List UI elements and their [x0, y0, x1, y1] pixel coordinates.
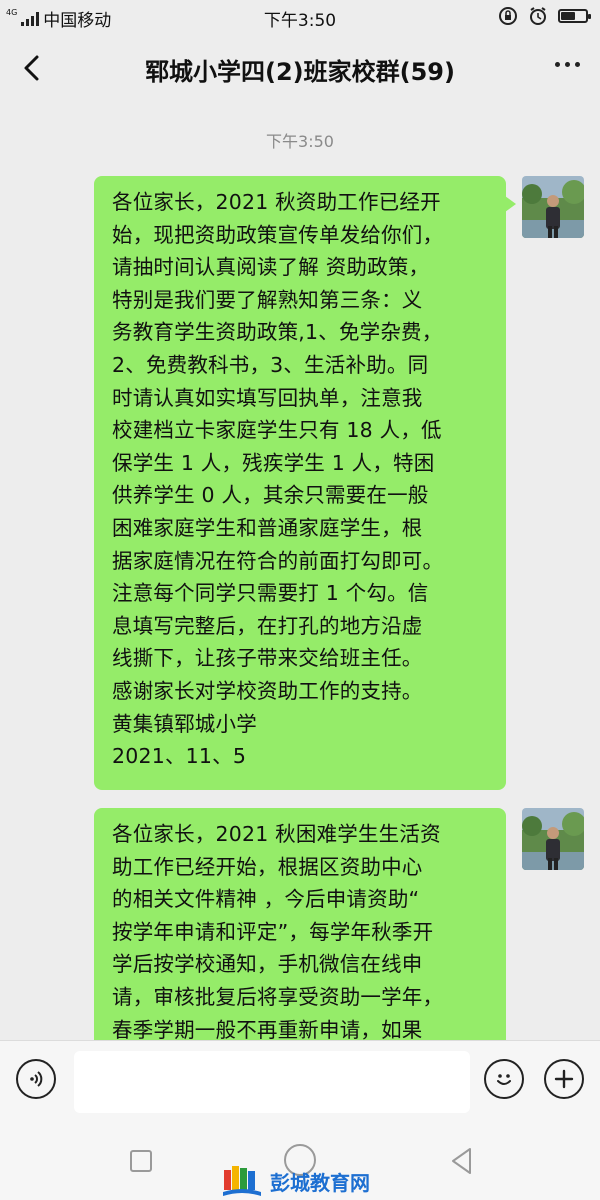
plus-icon[interactable] — [544, 1059, 584, 1099]
alarm-icon — [530, 7, 546, 25]
chat-header: 郓城小学四(2)班家校群(59) — [0, 32, 600, 104]
back-triangle-icon[interactable] — [448, 1146, 476, 1176]
avatar[interactable] — [522, 176, 584, 238]
rotation-lock-icon — [499, 7, 517, 25]
emoji-icon[interactable] — [484, 1059, 524, 1099]
status-bar: 4G 中国移动 下午3:50 — [0, 0, 600, 32]
battery-fill — [561, 12, 576, 20]
recent-apps-icon[interactable] — [130, 1150, 152, 1172]
message-bubble[interactable]: 各位家长，2021 秋困难学生生活资 助工作已经开始，根据区资助中心 的相关文件… — [94, 808, 506, 1068]
battery-icon — [558, 9, 591, 23]
system-nav-bar: 彭城教育网 — [0, 1126, 600, 1200]
message-input[interactable] — [74, 1051, 470, 1113]
watermark: 彭城教育网 — [222, 1164, 370, 1198]
message-bubble[interactable]: 各位家长，2021 秋资助工作已经开 始，现把资助政策宣传单发给你们， 请抽时间… — [94, 176, 516, 790]
input-bar — [0, 1040, 600, 1127]
voice-icon[interactable] — [16, 1059, 56, 1099]
status-right — [498, 6, 591, 26]
avatar[interactable] — [522, 808, 584, 870]
book-logo-icon — [223, 1166, 261, 1196]
chevron-left-icon[interactable] — [14, 50, 50, 86]
more-dots-icon[interactable] — [555, 62, 580, 67]
chat-title: 郓城小学四(2)班家校群(59) — [145, 58, 455, 86]
watermark-text: 彭城教育网 — [270, 1170, 370, 1195]
message-timestamp: 下午3:50 — [266, 132, 334, 151]
